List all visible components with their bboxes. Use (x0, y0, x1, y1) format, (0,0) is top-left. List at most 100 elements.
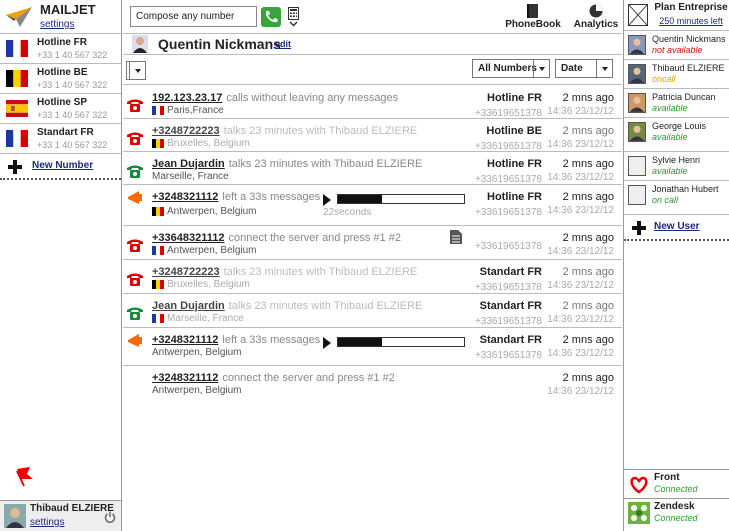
dialpad-icon[interactable] (288, 7, 299, 27)
feed-row[interactable]: +3248321112 connect the server and press … (123, 366, 622, 400)
megaphone-icon (128, 334, 142, 347)
feed-text: talks 23 minutes with Thibaud ELZIERE (223, 125, 418, 137)
line-number: +33 1 40 567 322 (37, 140, 108, 150)
edit-contact-link[interactable]: edit (275, 39, 291, 49)
caller-link[interactable]: +3248321112 (152, 372, 218, 384)
caller-link[interactable]: 192.123.23.17 (152, 92, 222, 104)
feed-time-ago: 2 mns ago (562, 191, 614, 203)
caller-link[interactable]: +3248321112 (152, 334, 218, 346)
caller-location-text: Bruxelles, Belgium (167, 279, 250, 290)
caller-link[interactable]: Jean Dujardin (152, 300, 225, 312)
feed-row[interactable]: +3248722223 talks 23 minutes with Thibaud… (123, 119, 622, 152)
new-number-label: New Number (32, 160, 94, 171)
feed-row[interactable]: +3248321112 left a 33s messages Antwerpen,… (123, 185, 622, 226)
user-status: on call (652, 195, 679, 205)
caller-location: Antwerpen, Belgium (152, 245, 257, 256)
user-item[interactable]: Thibaud ELZIERE oncall (624, 60, 729, 89)
user-item[interactable]: Quentin Nickmans not available (624, 31, 729, 60)
caller-location: Marseille, France (152, 171, 229, 182)
user-name: Jonathan Hubert (652, 184, 719, 194)
analytics-button[interactable]: Analytics (571, 4, 621, 32)
caller-link[interactable]: +3248722223 (152, 266, 220, 278)
plan-panel: Plan Entreprise 250 minutes left (624, 0, 729, 31)
voicemail-progress-bar[interactable] (337, 194, 465, 204)
feed-date: 14:36 23/12/12 (547, 314, 614, 325)
caller-link[interactable]: +3248722223 (152, 125, 220, 137)
plus-icon (8, 160, 22, 174)
feed-date: 14:36 23/12/12 (547, 280, 614, 291)
feed-row[interactable]: +33648321112 connect the server and press… (123, 226, 622, 260)
feed-row[interactable]: +3248722223 talks 23 minutes with Thibaud… (123, 260, 622, 294)
feed-line-number: +33619651378 (474, 241, 542, 252)
france-flag-icon (152, 245, 164, 255)
belgium-flag-icon (152, 279, 164, 289)
caller-link[interactable]: Jean Dujardin (152, 158, 225, 170)
new-user-button[interactable]: New User (624, 215, 729, 241)
feed-row[interactable]: Jean Dujardin talks 23 minutes with Thiba… (123, 294, 622, 328)
integration-front[interactable]: Front Connected (624, 469, 729, 497)
voicemail-progress-bar[interactable] (337, 337, 465, 347)
red-flag-icon[interactable] (14, 465, 36, 487)
caller-link[interactable]: +3248321112 (152, 191, 218, 203)
feed-line-number: +33619651378 (474, 350, 542, 361)
feed-row[interactable]: 192.123.23.17 calls without leaving any m… (123, 86, 622, 119)
line-item[interactable]: Hotline SP +33 1 40 567 322 (0, 94, 121, 124)
plan-name: Plan Entreprise (654, 2, 728, 13)
pie-chart-icon (589, 4, 603, 18)
feed-time-ago: 2 mns ago (562, 266, 614, 278)
feed-line-name: Standart FR (479, 334, 542, 346)
plan-minutes-link[interactable]: 250 minutes left (654, 16, 728, 26)
integration-name: Front (654, 472, 680, 483)
voicemail-progress-fill (338, 338, 383, 346)
user-name: Sylvie Henri (652, 155, 701, 165)
user-avatar (628, 122, 646, 142)
phonebook-label: PhoneBook (505, 19, 561, 30)
user-item[interactable]: Jonathan Hubert on call (624, 181, 729, 215)
power-icon[interactable] (104, 511, 116, 523)
play-icon[interactable] (323, 337, 331, 349)
france-flag-icon (6, 40, 28, 57)
numbers-filter-dropdown[interactable]: All Numbers (472, 59, 550, 78)
line-name: Hotline SP (37, 97, 88, 108)
line-item[interactable]: Standart FR +33 1 40 567 322 (0, 124, 121, 154)
user-item[interactable]: George Louis available (624, 118, 729, 152)
play-icon[interactable] (323, 194, 331, 206)
belgium-flag-icon (152, 138, 164, 148)
brand-settings-link[interactable]: settings (40, 19, 74, 30)
compose-number-input[interactable] (130, 6, 257, 27)
feed-summary: Jean Dujardin talks 23 minutes with Thiba… (152, 158, 422, 170)
current-user-settings-link[interactable]: settings (30, 517, 64, 528)
document-icon[interactable] (450, 230, 462, 244)
contact-header: Quentin Nickmans edit (123, 34, 622, 55)
line-item[interactable]: Hotline FR +33 1 40 567 322 (0, 34, 121, 64)
feed-summary: Jean Dujardin talks 23 minutes with Thiba… (152, 300, 422, 312)
user-name: Thibaud ELZIERE (652, 63, 725, 73)
feed-summary: +3248321112 left a 33s messages (152, 334, 320, 346)
user-item[interactable]: Patricia Duncan available (624, 89, 729, 118)
caller-location-text: Antwerpen, Belgium (152, 347, 242, 358)
caller-location: Marseille, France (152, 313, 244, 324)
caller-location: Antwerpen, Belgium (152, 385, 242, 396)
phone-missed-icon (127, 99, 143, 112)
feed-row[interactable]: +3248321112 left a 33s messages Antwerpen,… (123, 328, 622, 366)
call-button[interactable] (261, 7, 281, 27)
user-status: available (652, 166, 688, 176)
caller-link[interactable]: +33648321112 (152, 232, 225, 244)
current-user-name: Thibaud ELZIERE (30, 503, 114, 514)
user-status: available (652, 132, 688, 142)
contact-name: Quentin Nickmans (158, 36, 281, 52)
user-item[interactable]: Sylvie Henri available (624, 152, 729, 181)
feed-text: left a 33s messages (222, 334, 321, 346)
feed-line-number: +33619651378 (474, 141, 542, 152)
phonebook-button[interactable]: PhoneBook (505, 4, 561, 32)
feed-row[interactable]: Jean Dujardin talks 23 minutes with Thiba… (123, 152, 622, 185)
feed-summary: +3248722223 talks 23 minutes with Thibaud… (152, 266, 417, 278)
line-item[interactable]: Hotline BE +33 1 40 567 322 (0, 64, 121, 94)
sort-dropdown[interactable]: Date (555, 59, 613, 78)
feed-line-name: Standart FR (479, 266, 542, 278)
select-all-dropdown[interactable] (126, 61, 146, 80)
new-number-button[interactable]: New Number (0, 154, 121, 180)
integration-zendesk[interactable]: Zendesk Connected (624, 498, 729, 526)
feed-text: connect the server and press #1 #2 (222, 372, 395, 384)
feed-time-ago: 2 mns ago (562, 232, 614, 244)
